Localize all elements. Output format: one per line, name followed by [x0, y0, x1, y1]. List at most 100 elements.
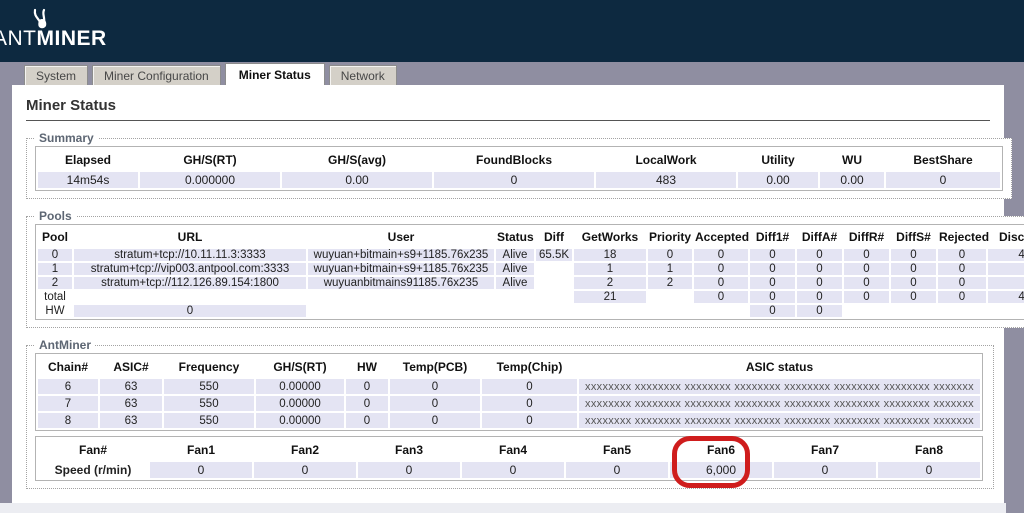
cell — [938, 305, 986, 317]
cell: 483 — [596, 172, 736, 188]
cell: Alive — [496, 249, 534, 261]
cell: 14m54s — [38, 172, 138, 188]
col-header: Temp(Chip) — [496, 360, 563, 374]
title-divider — [26, 120, 990, 121]
cell — [988, 305, 1024, 317]
cell: 2 — [38, 277, 72, 289]
cell: 0 — [750, 249, 795, 261]
cell — [648, 305, 692, 317]
tab-network[interactable]: Network — [328, 65, 397, 85]
cell: 0 — [694, 291, 748, 303]
cell — [891, 305, 936, 317]
cell: 0 — [988, 263, 1024, 275]
cell: 1 — [38, 263, 72, 275]
cell: 0 — [878, 462, 980, 478]
col-header: Frequency — [178, 360, 240, 374]
cell: 0 — [938, 263, 986, 275]
col-header: Discarded — [998, 230, 1024, 244]
cell — [74, 291, 306, 303]
cell: 0 — [844, 249, 889, 261]
cell: total — [38, 291, 72, 303]
col-header: Fan6 — [706, 443, 735, 457]
cell: 0 — [938, 277, 986, 289]
cell: 0 — [988, 277, 1024, 289]
cell: 550 — [164, 396, 254, 411]
pools-section: Pools Pool URL User Status Diff GetWorks Prior… — [26, 209, 1024, 328]
cell: 63 — [100, 379, 162, 394]
cell: 0 — [482, 413, 577, 428]
cell: 0 — [750, 291, 795, 303]
col-header: FoundBlocks — [475, 153, 552, 167]
cell: 8 — [38, 413, 98, 428]
cell: 0 — [482, 396, 577, 411]
cell: 0 — [694, 263, 748, 275]
brand-header: ANTMINER — [0, 0, 1024, 62]
fans-header-row: Fan# Fan1 Fan2 Fan3 Fan4 Fan5 Fan6 Fan7 Fan8 — [38, 439, 980, 460]
col-header: Diff1# — [755, 230, 790, 244]
cell: 2 — [648, 277, 692, 289]
cell: 0 — [390, 379, 480, 394]
table-row: 6 63 550 0.00000 0 0 0 xxxxxxxx xxxxxxxx xxxxxx… — [38, 379, 980, 394]
col-header: Fan# — [78, 443, 107, 457]
cell: 63 — [100, 396, 162, 411]
cell: 0 — [694, 277, 748, 289]
table-row: 8 63 550 0.00000 0 0 0 xxxxxxxx xxxxxxxx xxxxxx… — [38, 413, 980, 428]
page-title: Miner Status — [26, 97, 117, 114]
summary-header-row: Elapsed GH/S(RT) GH/S(avg) FoundBlocks Local… — [38, 149, 1000, 170]
cell: xxxxxxxx xxxxxxxx xxxxxxxx xxxxxxxx xxxx… — [579, 396, 980, 411]
col-header: HW — [357, 360, 377, 374]
cell: 6,000 — [670, 462, 772, 478]
cell — [536, 277, 572, 289]
cell: 0 — [38, 249, 72, 261]
col-header: Fan2 — [290, 443, 319, 457]
col-header: BestShare — [913, 153, 973, 167]
cell — [844, 305, 889, 317]
cell: 550 — [164, 413, 254, 428]
col-header: Chain# — [47, 360, 88, 374]
cell: 0 — [844, 291, 889, 303]
table-row: 1 stratum+tcp://vip003.antpool.com:3333 wu… — [38, 263, 1024, 275]
col-header: GH/S(avg) — [327, 153, 386, 167]
col-header: Temp(PCB) — [402, 360, 468, 374]
col-header: ASIC status — [745, 360, 814, 374]
col-header: LocalWork — [635, 153, 697, 167]
col-header: GH/S(RT) — [273, 360, 327, 374]
summary-section: Summary Elapsed GH/S(RT) GH/S(avg) FoundBlo… — [26, 131, 1012, 199]
cell: 0 — [150, 462, 252, 478]
table-row: 7 63 550 0.00000 0 0 0 xxxxxxxx xxxxxxxx xxxxxx… — [38, 396, 980, 411]
cell: 0 — [797, 277, 842, 289]
content-panel: Miner Status Summary Elapsed GH/S(RT) GH/S… — [12, 85, 1024, 503]
cell: 0 — [694, 249, 748, 261]
window-bottom-edge — [0, 503, 1006, 513]
cell: 0 — [750, 277, 795, 289]
cell: Alive — [496, 263, 534, 275]
cell: 0 — [462, 462, 564, 478]
col-header: GH/S(RT) — [183, 153, 237, 167]
col-header: Fan3 — [394, 443, 423, 457]
cell: 464 — [988, 249, 1024, 261]
cell: 6 — [38, 379, 98, 394]
cell: 0 — [797, 305, 842, 317]
cell: 0 — [648, 249, 692, 261]
tab-system[interactable]: System — [24, 65, 89, 85]
cell: stratum+tcp://112.126.89.154:1800 — [74, 277, 306, 289]
fan-speed-row: Speed (r/min) 0 0 0 0 0 6,000 0 0 — [38, 462, 980, 478]
cell: 21 — [574, 291, 646, 303]
table-row: 2 stratum+tcp://112.126.89.154:1800 wuyuan… — [38, 277, 1024, 289]
cell: 0 — [844, 277, 889, 289]
cell — [536, 263, 572, 275]
tab-miner-configuration[interactable]: Miner Configuration — [92, 65, 221, 85]
cell: 0 — [750, 305, 795, 317]
logo-text-bold: MINER — [36, 27, 107, 50]
cell: 0 — [938, 249, 986, 261]
cell: 0 — [566, 462, 668, 478]
summary-value-row: 14m54s 0.000000 0.00 0 483 0.00 0.00 0 — [38, 172, 1000, 188]
cell: 0 — [358, 462, 460, 478]
cell: 1 — [574, 263, 646, 275]
pools-header-row: Pool URL User Status Diff GetWorks Priority Acc… — [38, 227, 1024, 247]
tab-miner-status[interactable]: Miner Status — [224, 63, 325, 85]
cell — [496, 291, 534, 303]
cell: Alive — [496, 277, 534, 289]
cell: 0.00000 — [256, 379, 344, 394]
cell — [694, 305, 748, 317]
